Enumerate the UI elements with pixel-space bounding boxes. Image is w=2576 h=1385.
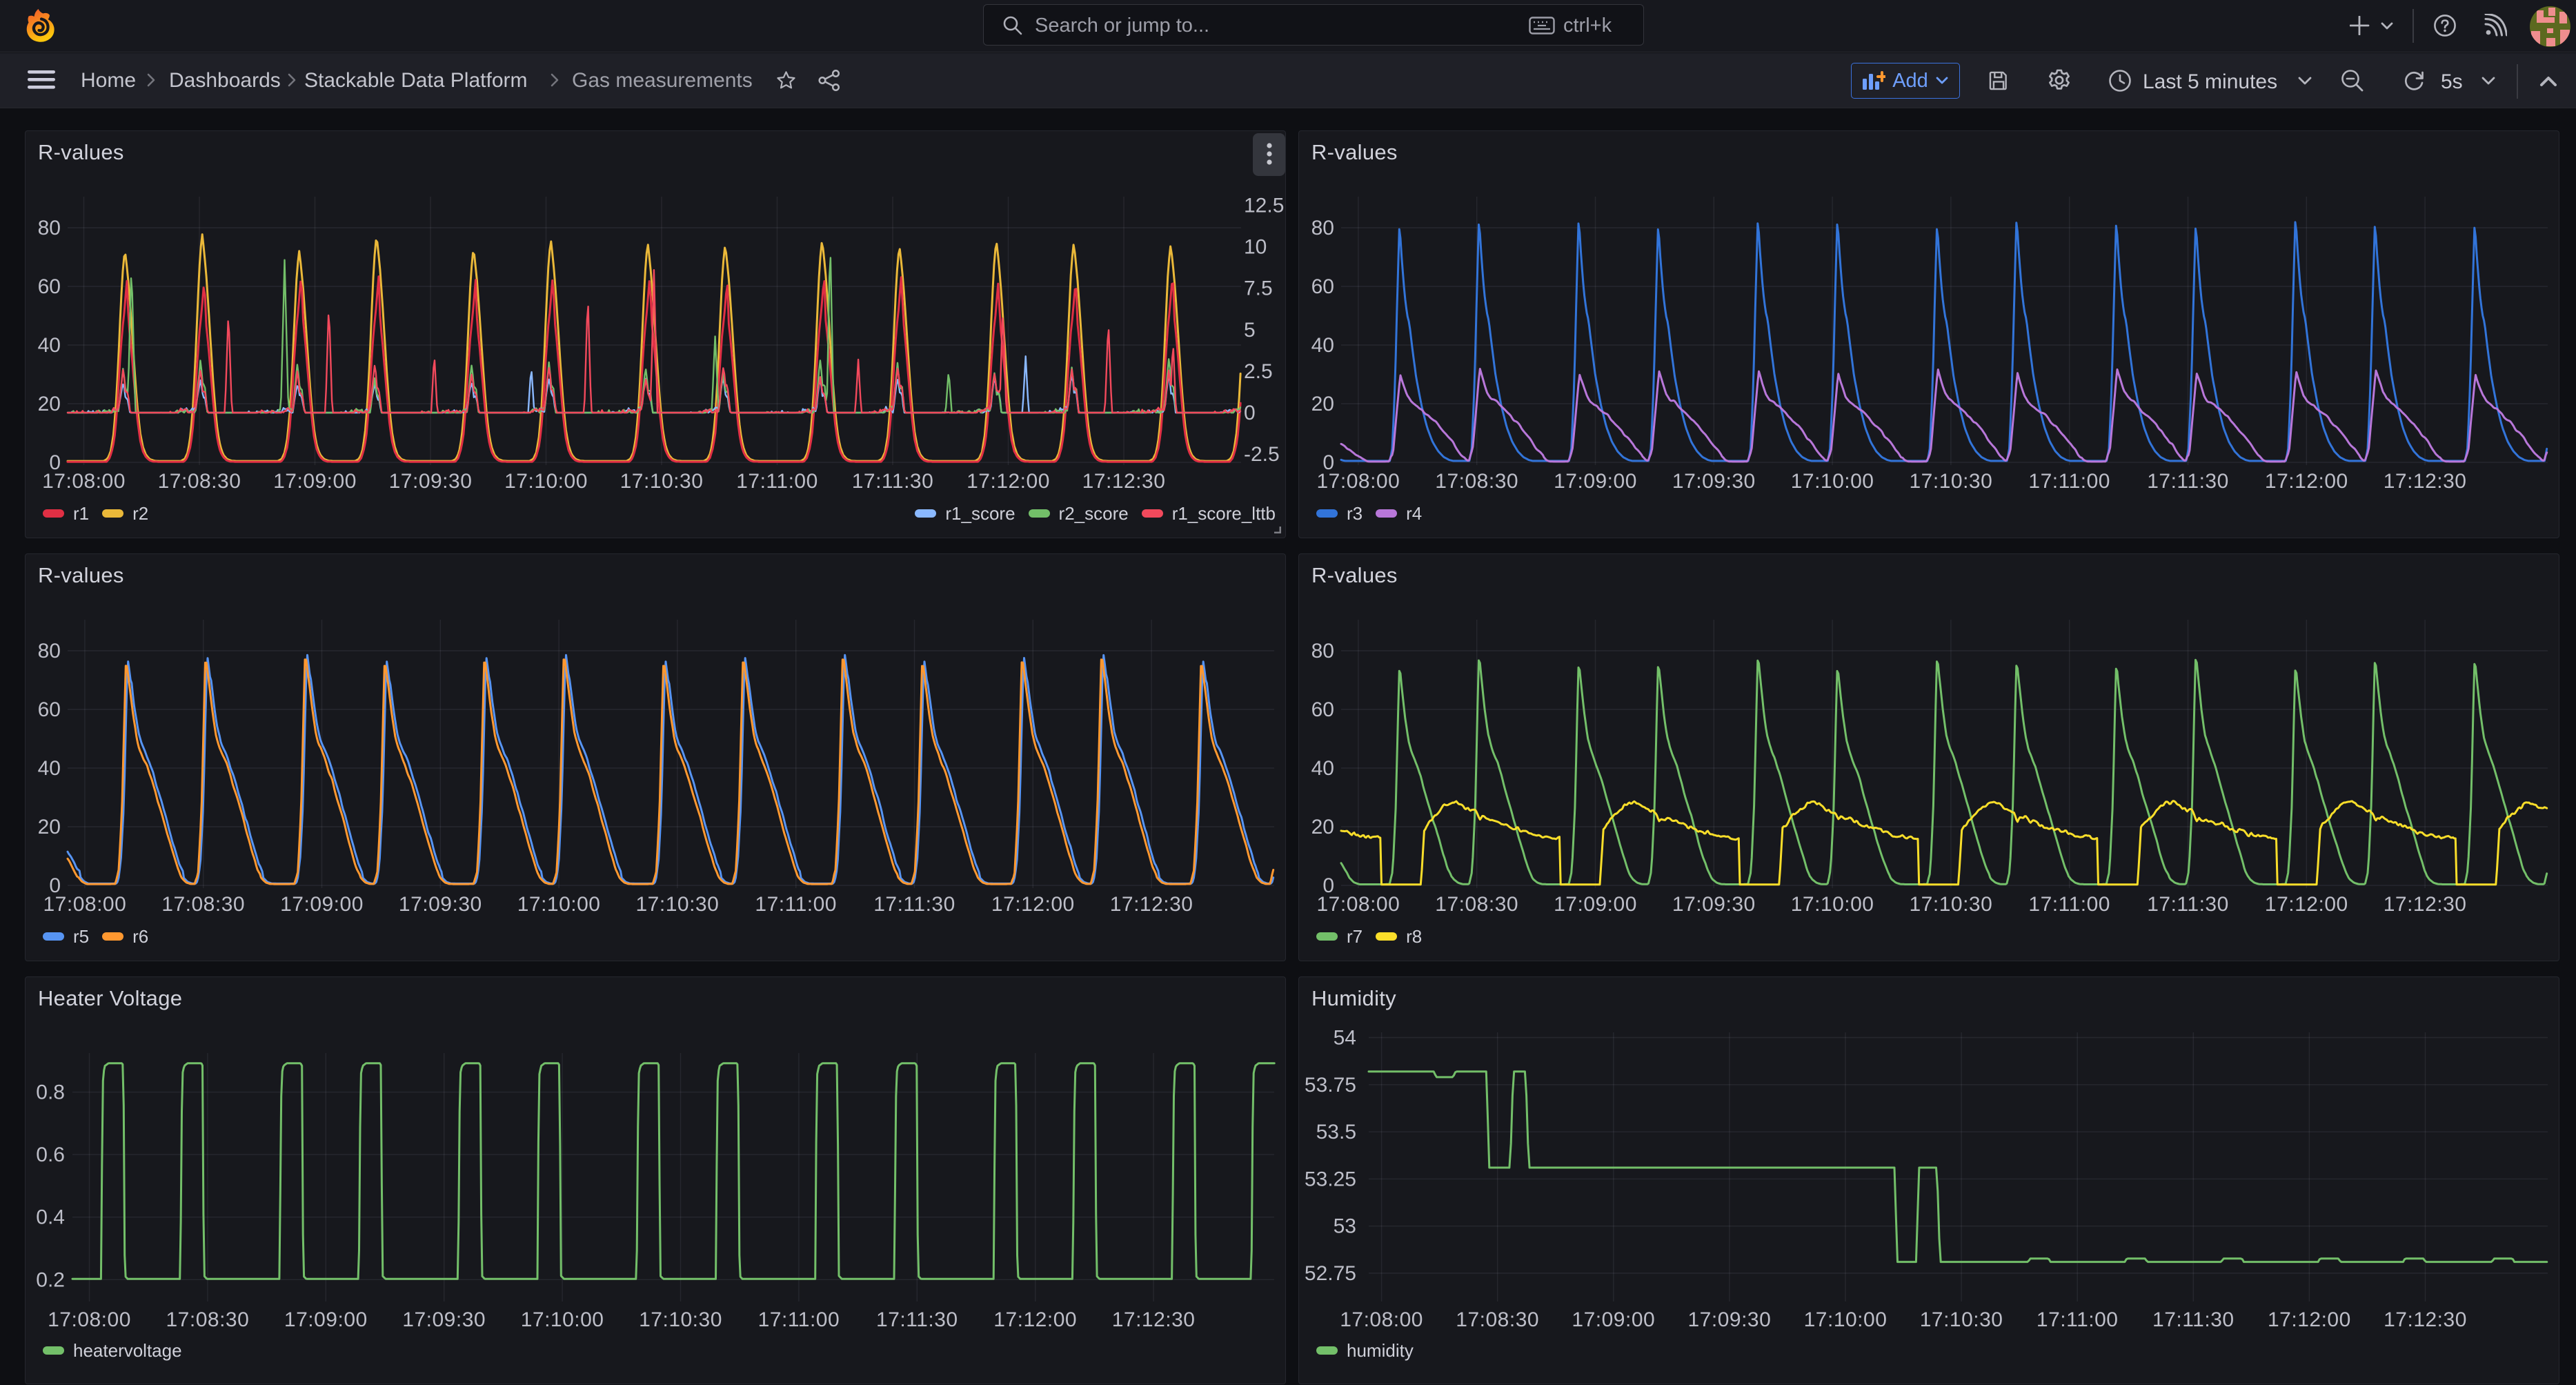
svg-text:5: 5 (1244, 319, 1256, 342)
svg-text:60: 60 (38, 275, 61, 298)
svg-text:17:09:30: 17:09:30 (1688, 1308, 1772, 1331)
svg-text:17:10:30: 17:10:30 (636, 893, 720, 916)
svg-text:17:09:30: 17:09:30 (1672, 470, 1756, 493)
svg-text:17:09:00: 17:09:00 (1572, 1308, 1655, 1331)
svg-text:80: 80 (1311, 640, 1334, 662)
svg-text:17:12:30: 17:12:30 (2384, 1308, 2467, 1331)
svg-text:17:09:00: 17:09:00 (1554, 470, 1637, 493)
svg-text:0.4: 0.4 (36, 1206, 65, 1229)
svg-text:17:11:00: 17:11:00 (2028, 893, 2110, 916)
svg-text:17:12:30: 17:12:30 (1112, 1308, 1196, 1331)
svg-text:60: 60 (1311, 698, 1334, 721)
svg-text:17:09:30: 17:09:30 (402, 1308, 486, 1331)
svg-text:53.75: 53.75 (1305, 1074, 1356, 1097)
svg-text:17:11:00: 17:11:00 (755, 893, 837, 916)
svg-text:17:08:00: 17:08:00 (1340, 1308, 1423, 1331)
svg-text:17:08:30: 17:08:30 (161, 893, 245, 916)
svg-text:17:11:00: 17:11:00 (758, 1308, 840, 1331)
svg-text:40: 40 (1311, 757, 1334, 780)
svg-text:17:10:30: 17:10:30 (639, 1308, 722, 1331)
svg-text:17:10:30: 17:10:30 (620, 470, 704, 493)
svg-text:17:09:00: 17:09:00 (273, 470, 357, 493)
svg-text:17:12:00: 17:12:00 (993, 1308, 1077, 1331)
svg-text:0: 0 (1322, 451, 1334, 474)
svg-text:0: 0 (1322, 874, 1334, 897)
svg-text:17:12:00: 17:12:00 (967, 470, 1050, 493)
svg-text:0: 0 (49, 874, 61, 897)
svg-text:17:08:00: 17:08:00 (48, 1308, 131, 1331)
svg-text:20: 20 (38, 393, 61, 415)
svg-text:0: 0 (1244, 402, 1256, 424)
svg-text:60: 60 (38, 698, 61, 721)
svg-text:17:08:30: 17:08:30 (1456, 1308, 1539, 1331)
svg-text:-2.5: -2.5 (1244, 443, 1280, 466)
svg-text:17:11:30: 17:11:30 (2147, 470, 2229, 493)
svg-text:80: 80 (1311, 217, 1334, 239)
svg-text:17:08:30: 17:08:30 (1435, 470, 1518, 493)
svg-text:17:11:30: 17:11:30 (876, 1308, 958, 1331)
svg-text:17:09:00: 17:09:00 (284, 1308, 368, 1331)
svg-text:17:12:00: 17:12:00 (2265, 470, 2348, 493)
svg-text:17:11:00: 17:11:00 (2028, 470, 2110, 493)
svg-text:17:10:30: 17:10:30 (1910, 470, 1993, 493)
svg-text:17:11:30: 17:11:30 (2147, 893, 2229, 916)
svg-text:54: 54 (1334, 1027, 1356, 1050)
svg-text:40: 40 (38, 757, 61, 780)
svg-text:17:09:00: 17:09:00 (280, 893, 364, 916)
svg-text:0.2: 0.2 (36, 1268, 65, 1291)
svg-text:12.5: 12.5 (1244, 194, 1284, 217)
svg-text:53: 53 (1334, 1215, 1356, 1238)
svg-text:53.25: 53.25 (1305, 1168, 1356, 1190)
svg-text:17:08:30: 17:08:30 (1435, 893, 1518, 916)
svg-text:17:12:30: 17:12:30 (1110, 893, 1193, 916)
svg-text:0.6: 0.6 (36, 1143, 65, 1166)
svg-text:17:10:00: 17:10:00 (504, 470, 588, 493)
svg-text:17:10:00: 17:10:00 (1804, 1308, 1888, 1331)
svg-text:17:10:30: 17:10:30 (1910, 893, 1993, 916)
svg-text:53.5: 53.5 (1316, 1121, 1356, 1143)
svg-text:17:12:00: 17:12:00 (991, 893, 1075, 916)
svg-text:17:11:00: 17:11:00 (736, 470, 818, 493)
svg-text:60: 60 (1311, 275, 1334, 298)
svg-text:7.5: 7.5 (1244, 277, 1273, 300)
svg-text:17:10:00: 17:10:00 (517, 893, 601, 916)
svg-text:17:12:00: 17:12:00 (2268, 1308, 2351, 1331)
svg-text:20: 20 (1311, 393, 1334, 415)
svg-text:17:11:30: 17:11:30 (852, 470, 934, 493)
svg-text:40: 40 (38, 334, 61, 357)
svg-text:17:09:30: 17:09:30 (399, 893, 482, 916)
svg-text:40: 40 (1311, 334, 1334, 357)
svg-text:17:09:30: 17:09:30 (389, 470, 473, 493)
svg-text:17:12:30: 17:12:30 (1082, 470, 1166, 493)
svg-text:17:10:00: 17:10:00 (521, 1308, 604, 1331)
svg-text:0: 0 (49, 451, 61, 474)
svg-text:20: 20 (1311, 816, 1334, 838)
svg-text:80: 80 (38, 640, 61, 662)
svg-text:0.8: 0.8 (36, 1081, 65, 1104)
svg-text:17:11:30: 17:11:30 (873, 893, 955, 916)
svg-text:17:10:00: 17:10:00 (1791, 893, 1874, 916)
svg-text:10: 10 (1244, 236, 1267, 259)
svg-text:17:12:00: 17:12:00 (2265, 893, 2348, 916)
svg-text:17:11:00: 17:11:00 (2037, 1308, 2119, 1331)
svg-text:17:08:30: 17:08:30 (166, 1308, 250, 1331)
svg-text:17:10:30: 17:10:30 (1920, 1308, 2003, 1331)
svg-text:17:08:30: 17:08:30 (158, 470, 241, 493)
svg-text:2.5: 2.5 (1244, 360, 1273, 383)
svg-text:17:10:00: 17:10:00 (1791, 470, 1874, 493)
svg-text:17:12:30: 17:12:30 (2384, 893, 2467, 916)
svg-text:17:11:30: 17:11:30 (2152, 1308, 2235, 1331)
svg-text:17:09:00: 17:09:00 (1554, 893, 1637, 916)
svg-text:52.75: 52.75 (1305, 1262, 1356, 1285)
svg-text:17:09:30: 17:09:30 (1672, 893, 1756, 916)
svg-text:80: 80 (38, 217, 61, 239)
svg-text:20: 20 (38, 816, 61, 838)
svg-text:17:12:30: 17:12:30 (2384, 470, 2467, 493)
